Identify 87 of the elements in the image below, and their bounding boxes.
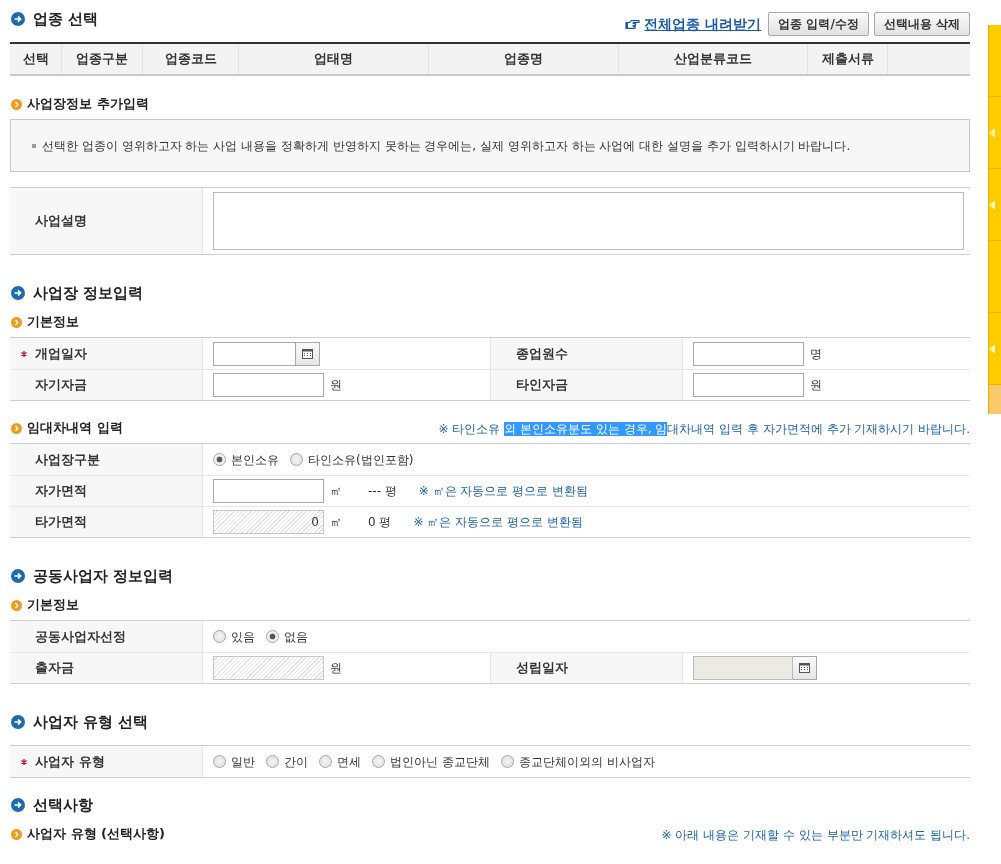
radio-label[interactable]: 종교단체이외의 비사업자 — [518, 752, 655, 771]
text-input[interactable] — [213, 479, 324, 503]
radio-button[interactable] — [290, 453, 303, 466]
unit-label: 원 — [330, 377, 342, 394]
radio-label[interactable]: 있음 — [231, 627, 255, 646]
radio-button[interactable] — [500, 755, 514, 768]
radio-button[interactable] — [213, 755, 226, 768]
column-header: 산업분류코드 — [619, 44, 808, 74]
column-header: 업종코드 — [143, 44, 239, 74]
radio-label[interactable]: 본인소유 — [231, 450, 279, 469]
subsection-title: 기본정보 — [27, 596, 79, 615]
field-label: 출자금 — [35, 659, 74, 678]
section-title: 선택사항 — [33, 794, 93, 816]
radio-button[interactable] — [213, 630, 226, 643]
unit-label: 원 — [810, 377, 822, 394]
field-label: 타인자금 — [516, 376, 568, 395]
text-input[interactable] — [693, 341, 804, 366]
column-header: 업태명 — [239, 44, 429, 74]
field-label: 성립일자 — [516, 659, 568, 678]
field-label: 자가면적 — [35, 482, 87, 501]
field-label: 사업자 유형 — [35, 752, 105, 771]
notice-text: 선택한 업종이 영위하고자 하는 사업 내용을 정확하게 반영하지 못하는 경우에는, 실제 영위하고자 하는 사업에 대한 설명을 추가 입력하시기 바랍니다. — [42, 137, 851, 155]
pointing-hand-icon — [625, 18, 641, 30]
unit-label: --- 평 — [368, 483, 397, 500]
radio-label[interactable]: 없음 — [284, 627, 308, 646]
side-tab[interactable] — [989, 97, 1001, 169]
column-header: 제출서류 — [808, 44, 888, 74]
section-title: 사업장 정보입력 — [33, 282, 144, 304]
radio-button[interactable] — [372, 755, 385, 768]
unit-label: 명 — [810, 345, 822, 363]
subsection-title: 사업자 유형 (선택사항) — [27, 825, 165, 844]
radio-button[interactable] — [266, 755, 279, 768]
radio-button[interactable] — [213, 453, 226, 466]
column-header: 업종명 — [429, 44, 619, 74]
subsection-title: 기본정보 — [27, 313, 79, 332]
radio-label[interactable]: 간이 — [284, 752, 308, 771]
download-link[interactable]: 전체업종 내려받기 — [625, 13, 762, 35]
side-tab[interactable] — [989, 169, 1001, 241]
calendar-button[interactable] — [793, 656, 817, 680]
section-title: 공동사업자 정보입력 — [33, 565, 174, 587]
subsection-title: 임대차내역 입력 — [27, 419, 123, 438]
subsection-title: 사업장정보 추가입력 — [27, 95, 149, 114]
field-label: 공동사업자선정 — [35, 627, 126, 646]
calendar-icon — [799, 663, 810, 673]
column-header: 선택 — [10, 44, 62, 74]
action-button[interactable]: 업종 입력/수정 — [768, 12, 869, 36]
unit-label: 0 평 — [368, 514, 392, 531]
action-button[interactable]: 선택내용 삭제 — [873, 12, 970, 36]
column-header: 업종구분 — [62, 44, 143, 74]
radio-label[interactable]: 법인아닌 종교단체 — [390, 752, 490, 771]
date-input[interactable] — [213, 341, 296, 366]
arrow-circle-icon — [11, 286, 25, 300]
bullet-icon — [32, 143, 36, 148]
radio-label[interactable]: 일반 — [231, 752, 255, 771]
chevron-circle-icon — [11, 599, 22, 611]
field-label: 종업원수 — [516, 344, 568, 363]
chevron-circle-icon — [11, 422, 22, 434]
arrow-circle-icon — [11, 569, 25, 583]
chevron-circle-icon — [11, 316, 22, 328]
radio-button[interactable] — [319, 755, 332, 768]
field-label: 타가면적 — [35, 513, 87, 532]
arrow-circle-icon — [11, 715, 25, 729]
section-title: 업종 선택 — [33, 8, 99, 30]
calendar-button[interactable] — [296, 341, 320, 366]
field-label: 개업일자 — [35, 344, 87, 363]
text-area[interactable] — [213, 192, 964, 250]
hint-text: ※ ㎡은 자동으로 평으로 변환됨 — [413, 514, 583, 531]
notice-text: ※ 아래 내용은 기재할 수 있는 부분만 기재하셔도 됩니다. — [661, 827, 970, 843]
radio-label[interactable]: 면세 — [337, 752, 361, 771]
arrow-circle-icon — [11, 12, 25, 26]
text-input[interactable] — [213, 373, 324, 397]
calendar-icon — [302, 348, 313, 359]
side-tab[interactable] — [989, 313, 1001, 385]
field-label: 사업장구분 — [35, 450, 100, 469]
unit-label: ㎡ — [330, 483, 342, 500]
text-input[interactable] — [693, 373, 804, 397]
section-title: 사업자 유형 선택 — [33, 711, 149, 733]
hint-text: ※ ㎡은 자동으로 평으로 변환됨 — [418, 483, 589, 500]
unit-label: 원 — [330, 660, 342, 677]
field-label: 사업설명 — [35, 212, 87, 231]
radio-button[interactable] — [266, 630, 279, 643]
chevron-circle-icon — [11, 828, 22, 840]
arrow-circle-icon — [11, 798, 25, 812]
radio-label[interactable]: 타인소유(법인포함) — [308, 450, 414, 469]
field-label: 자기자금 — [35, 376, 87, 395]
chevron-circle-icon — [11, 98, 22, 110]
unit-label: ㎡ — [330, 514, 342, 531]
